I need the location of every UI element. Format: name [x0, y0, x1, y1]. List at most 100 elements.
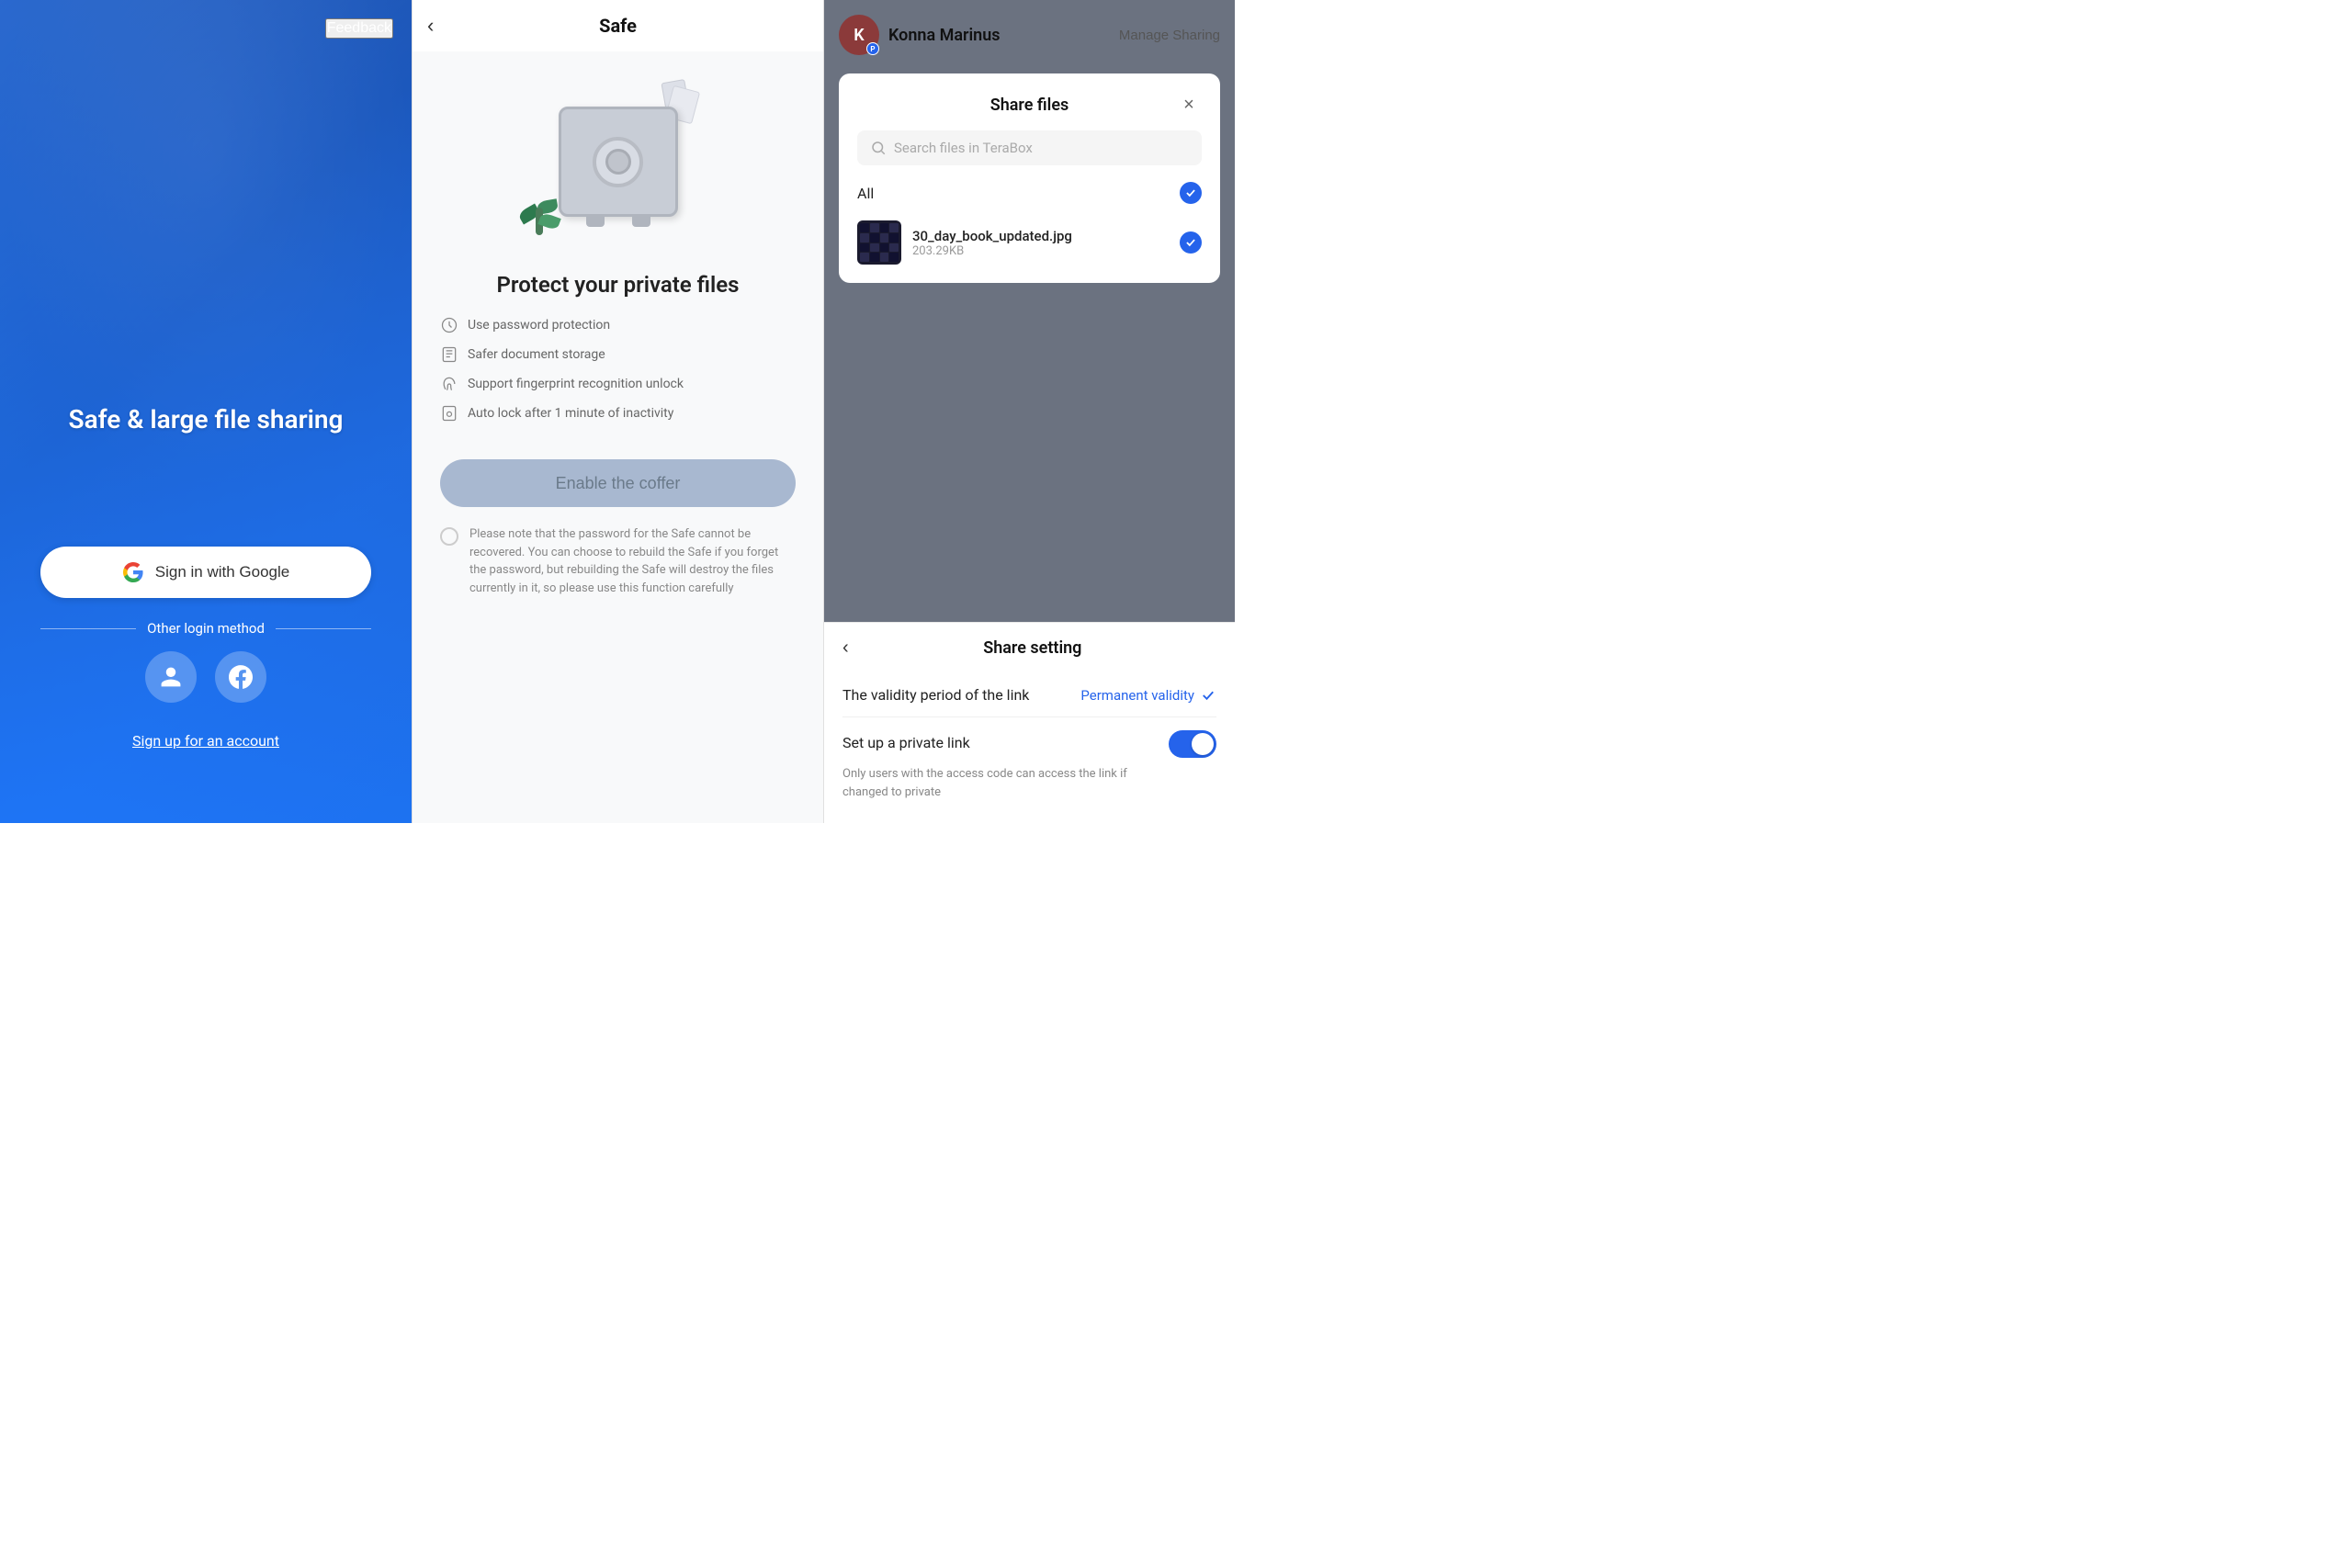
- file-search-bar[interactable]: Search files in TeraBox: [857, 130, 1202, 165]
- all-files-row[interactable]: All: [857, 178, 1202, 208]
- facebook-login-button[interactable]: [215, 651, 266, 703]
- user-name: Konna Marinus: [888, 26, 1001, 45]
- safe-panel: ‹ Safe Protect your private file: [412, 0, 823, 823]
- file-item-row[interactable]: 30_day_book_updated.jpg 203.29KB: [857, 220, 1202, 265]
- feature-label-2: Safer document storage: [468, 347, 605, 362]
- share-setting-sheet: ‹ Share setting The validity period of t…: [824, 622, 1235, 823]
- login-content-area: Sign in with Google Other login method S…: [0, 547, 412, 750]
- safe-title: Safe: [599, 15, 637, 37]
- validity-label: The validity period of the link: [842, 686, 1029, 704]
- google-icon: [122, 561, 144, 583]
- share-files-header: Share files ×: [857, 92, 1202, 118]
- divider-left: [40, 628, 136, 629]
- thumb-cell: [860, 233, 869, 243]
- all-checked-icon: [1180, 182, 1202, 204]
- login-panel: Feedback Safe & large file sharing Sign …: [0, 0, 412, 823]
- document-icon: [440, 345, 458, 364]
- validity-check-icon: [1200, 687, 1216, 704]
- google-signin-button[interactable]: Sign in with Google: [40, 547, 371, 598]
- share-files-dialog: Share files × Search files in TeraBox Al…: [839, 73, 1220, 283]
- other-login-text: Other login method: [147, 620, 265, 637]
- vault-leg-left: [586, 216, 605, 227]
- safe-features-list: Use password protection Safer document s…: [413, 316, 823, 423]
- private-link-row: Set up a private link: [842, 717, 1216, 765]
- vault-dial-inner: [605, 149, 631, 175]
- thumb-cell: [860, 243, 869, 253]
- thumb-cell: [880, 253, 889, 262]
- vault-dial: [593, 137, 643, 187]
- feature-item-3: Support fingerprint recognition unlock: [440, 375, 796, 393]
- search-placeholder-text: Search files in TeraBox: [894, 140, 1033, 156]
- validity-period-row[interactable]: The validity period of the link Permanen…: [842, 673, 1216, 717]
- file-info: 30_day_book_updated.jpg 203.29KB: [912, 228, 1169, 258]
- user-info: K P Konna Marinus: [839, 15, 1001, 55]
- notice-radio[interactable]: [440, 527, 458, 546]
- validity-value-area: Permanent validity: [1080, 687, 1216, 704]
- user-initials: K: [854, 26, 864, 45]
- safe-notice-text: Please note that the password for the Sa…: [469, 525, 796, 597]
- thumb-cell: [889, 253, 899, 262]
- search-icon: [870, 140, 887, 156]
- feature-item-1: Use password protection: [440, 316, 796, 334]
- all-label: All: [857, 185, 874, 202]
- thumb-cell: [880, 223, 889, 232]
- private-link-info: Set up a private link: [842, 730, 970, 751]
- fingerprint-icon: [440, 375, 458, 393]
- safe-back-button[interactable]: ‹: [427, 14, 434, 38]
- safe-notice: Please note that the password for the Sa…: [413, 525, 823, 597]
- thumb-cell: [889, 233, 899, 243]
- plant-stem: [536, 208, 543, 235]
- vault-leg-right: [632, 216, 650, 227]
- private-link-description: Only users with the access code can acce…: [842, 765, 1160, 801]
- file-name: 30_day_book_updated.jpg: [912, 228, 1169, 244]
- private-link-toggle[interactable]: [1169, 730, 1216, 758]
- vault-body: [559, 107, 678, 217]
- checkmark-icon: [1184, 186, 1197, 199]
- person-icon: [159, 665, 183, 689]
- autolock-icon: [440, 404, 458, 423]
- thumb-cell: [870, 253, 879, 262]
- password-icon: [440, 316, 458, 334]
- share-setting-back-button[interactable]: ‹: [842, 637, 849, 659]
- facebook-icon: [229, 665, 253, 689]
- share-setting-title: Share setting: [849, 638, 1216, 658]
- share-files-title: Share files: [883, 96, 1176, 115]
- safe-headline: Protect your private files: [497, 272, 740, 298]
- signup-link[interactable]: Sign up for an account: [132, 732, 279, 750]
- feature-label-4: Auto lock after 1 minute of inactivity: [468, 406, 673, 421]
- login-headline: Safe & large file sharing: [68, 403, 343, 436]
- share-setting-header: ‹ Share setting: [842, 623, 1216, 673]
- share-top-area: K P Konna Marinus Manage Sharing Share f…: [824, 0, 1235, 622]
- toggle-thumb: [1192, 733, 1214, 755]
- feature-item-4: Auto lock after 1 minute of inactivity: [440, 404, 796, 423]
- file-size: 203.29KB: [912, 244, 1169, 258]
- other-login-divider: Other login method: [40, 620, 371, 637]
- user-avatar: K P: [839, 15, 879, 55]
- feature-item-2: Safer document storage: [440, 345, 796, 364]
- person-login-button[interactable]: [145, 651, 197, 703]
- thumb-cell: [880, 243, 889, 253]
- enable-coffer-button[interactable]: Enable the coffer: [440, 459, 796, 507]
- manage-sharing-button[interactable]: Manage Sharing: [1119, 28, 1220, 43]
- thumb-cell: [860, 253, 869, 262]
- share-top-header: K P Konna Marinus Manage Sharing: [839, 15, 1220, 55]
- plant-leaf-2: [537, 212, 560, 231]
- alternative-login-row: [145, 651, 266, 703]
- file-checked-icon: [1180, 231, 1202, 254]
- plant-decoration: [536, 208, 543, 235]
- user-avatar-badge: P: [866, 42, 879, 55]
- file-thumbnail: [857, 220, 901, 265]
- safe-illustration: [526, 79, 710, 244]
- thumb-cell: [860, 223, 869, 232]
- feature-label-1: Use password protection: [468, 318, 610, 333]
- divider-right: [276, 628, 371, 629]
- thumb-cell: [870, 233, 879, 243]
- share-files-close-button[interactable]: ×: [1176, 92, 1202, 118]
- feedback-button[interactable]: Feedback: [325, 18, 393, 39]
- thumb-cell: [880, 233, 889, 243]
- thumb-cell: [870, 243, 879, 253]
- vault-legs: [572, 216, 664, 227]
- safe-header: ‹ Safe: [413, 0, 823, 51]
- thumb-cell: [870, 223, 879, 232]
- thumb-cell: [889, 243, 899, 253]
